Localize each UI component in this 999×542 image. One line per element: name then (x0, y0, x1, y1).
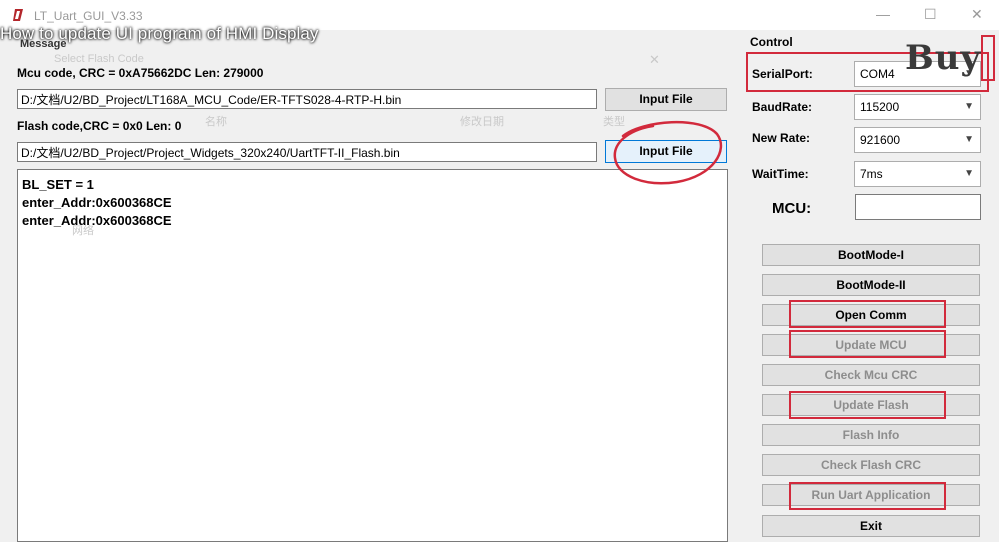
check-mcu-crc-button[interactable]: Check Mcu CRC (762, 364, 980, 386)
newrate-value: 921600 (860, 133, 901, 147)
ghost-net-item: 网络 (72, 225, 94, 237)
flash-code-label: Flash code,CRC = 0x0 Len: 0 (17, 119, 182, 133)
input-file-circle-annotation (613, 120, 723, 185)
mcu-path-field[interactable]: D:/文档/U2/BD_Project/LT168A_MCU_Code/ER-T… (17, 89, 597, 109)
window-title: LT_Uart_GUI_V3.33 (34, 9, 143, 23)
flash-path-field[interactable]: D:/文档/U2/BD_Project/Project_Widgets_320x… (17, 142, 597, 162)
flash-info-button[interactable]: Flash Info (762, 424, 980, 446)
mcu-code-label: Mcu code, CRC = 0xA75662DC Len: 279000 (17, 66, 264, 80)
ghost-col-date: 修改日期 (460, 116, 504, 128)
ghost-dialog-title: Select Flash Code (54, 53, 144, 65)
baudrate-label: BaudRate: (752, 100, 813, 114)
check-flash-crc-button[interactable]: Check Flash CRC (762, 454, 980, 476)
waittime-value: 7ms (860, 167, 883, 181)
chevron-down-icon: ▼ (964, 134, 974, 145)
open-comm-highlight-box (789, 300, 946, 328)
minimize-button[interactable]: — (876, 6, 890, 22)
buy-watermark-logo: Buy (905, 38, 982, 78)
mcu-field[interactable] (855, 194, 981, 220)
baudrate-value: 115200 (860, 100, 900, 114)
update-mcu-highlight-box (789, 330, 946, 358)
ghost-col-name: 名称 (205, 116, 227, 128)
chevron-down-icon: ▼ (964, 101, 974, 112)
waittime-select[interactable]: 7ms ▼ (854, 161, 981, 187)
update-flash-highlight-box (789, 391, 946, 419)
exit-button[interactable]: Exit (762, 515, 980, 537)
newrate-label: New Rate: (752, 131, 811, 145)
close-button[interactable]: ✕ (971, 6, 983, 23)
chevron-down-icon: ▼ (964, 168, 974, 179)
log-line: enter_Addr:0x600368CE (22, 195, 172, 210)
app-icon (13, 9, 23, 21)
ghost-close-icon: ✕ (649, 52, 660, 67)
newrate-select[interactable]: 921600 ▼ (854, 127, 981, 153)
mcu-label: MCU: (772, 200, 812, 217)
waittime-label: WaitTime: (752, 167, 809, 181)
message-log[interactable]: BL_SET = 1 enter_Addr:0x600368CE enter_A… (17, 169, 728, 542)
baudrate-select[interactable]: 115200 ▼ (854, 94, 981, 120)
run-uart-highlight-box (789, 482, 946, 510)
watermark-frame (981, 35, 995, 81)
maximize-button[interactable]: ☐ (924, 6, 937, 23)
message-group-label: Message (20, 38, 67, 50)
control-group-label: Control (750, 35, 793, 49)
log-line: enter_Addr:0x600368CE (22, 213, 172, 228)
bootmode-2-button[interactable]: BootMode-II (762, 274, 980, 296)
mcu-input-file-button[interactable]: Input File (605, 88, 727, 111)
bootmode-1-button[interactable]: BootMode-I (762, 244, 980, 266)
